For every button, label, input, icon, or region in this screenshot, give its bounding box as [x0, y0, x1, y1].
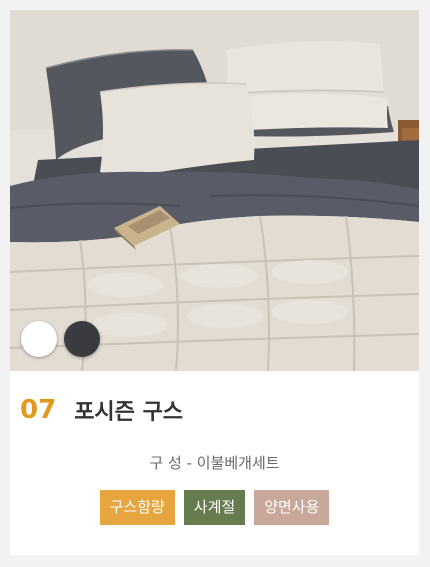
product-photo[interactable] [10, 10, 419, 371]
product-name: 포시즌 구스 [74, 400, 184, 425]
product-card[interactable]: 07 포시즌 구스 구 성 - 이불베개세트 구스함량 사계절 양면사용 [10, 10, 419, 555]
product-spec: 구 성 - 이불베개세트 [149, 454, 280, 472]
bedding-illustration [10, 10, 419, 371]
product-number: 07 [20, 395, 57, 425]
color-swatch-charcoal[interactable] [64, 321, 100, 357]
tag-goose-content: 구스함량 [99, 490, 175, 525]
tag-four-seasons: 사계절 [183, 490, 246, 525]
product-title: 07 포시즌 구스 [20, 393, 183, 427]
feature-tags: 구스함량 사계절 양면사용 [10, 490, 419, 525]
color-swatch-white[interactable] [21, 321, 57, 357]
tag-reversible: 양면사용 [254, 490, 330, 525]
